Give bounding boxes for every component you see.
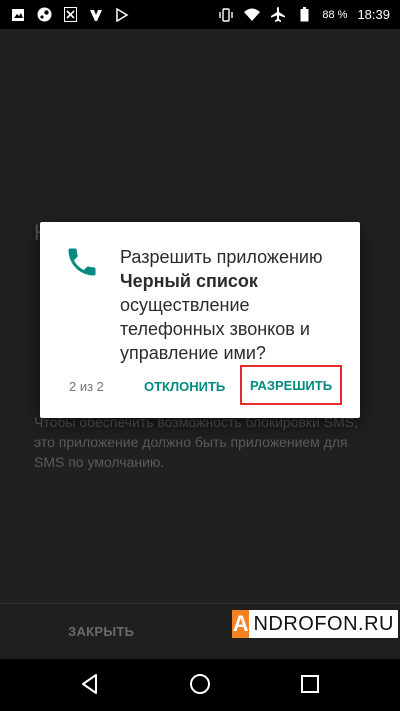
- battery-percent: 88 %: [322, 8, 348, 21]
- play-store-icon: [114, 7, 130, 23]
- vibrate-icon: [218, 7, 234, 23]
- navigation-bar: [0, 659, 400, 711]
- watermark-text: NDROFON.RU: [249, 610, 398, 638]
- deny-button[interactable]: ОТКЛОНИТЬ: [144, 370, 225, 402]
- recent-apps-icon[interactable]: [300, 674, 320, 694]
- watermark-first-letter: A: [232, 610, 250, 638]
- battery-icon: [296, 7, 312, 23]
- close-button[interactable]: ЗАКРЫТЬ: [68, 624, 134, 639]
- message-line2: осуществление телефонных звонков и управ…: [120, 295, 310, 363]
- background-description: Чтобы обеспечить возможность блокировки …: [34, 414, 358, 470]
- wifi-icon: [244, 7, 261, 23]
- permission-message: Разрешить приложению Черный список осуще…: [120, 245, 346, 365]
- image-icon: [10, 7, 26, 23]
- back-icon[interactable]: [79, 673, 101, 695]
- app-icon: [88, 7, 104, 23]
- home-icon[interactable]: [189, 673, 211, 695]
- clock: 18:39: [357, 7, 390, 22]
- app-name: Черный список: [120, 271, 258, 291]
- status-bar: 88 % 18:39: [0, 0, 400, 29]
- watermark-logo: A NDROFON.RU: [232, 610, 398, 638]
- airplane-icon: [270, 7, 286, 23]
- phone-icon: [64, 244, 100, 280]
- permission-dialog: Разрешить приложению Черный список осуще…: [40, 222, 360, 418]
- excel-icon: [62, 7, 78, 23]
- notification-icons: [10, 7, 130, 23]
- allow-button[interactable]: РАЗРЕШИТЬ: [240, 365, 342, 405]
- steam-icon: [36, 7, 52, 23]
- permission-counter: 2 из 2: [69, 379, 104, 394]
- system-icons: 88 % 18:39: [218, 7, 390, 23]
- message-line1: Разрешить приложению: [120, 247, 323, 267]
